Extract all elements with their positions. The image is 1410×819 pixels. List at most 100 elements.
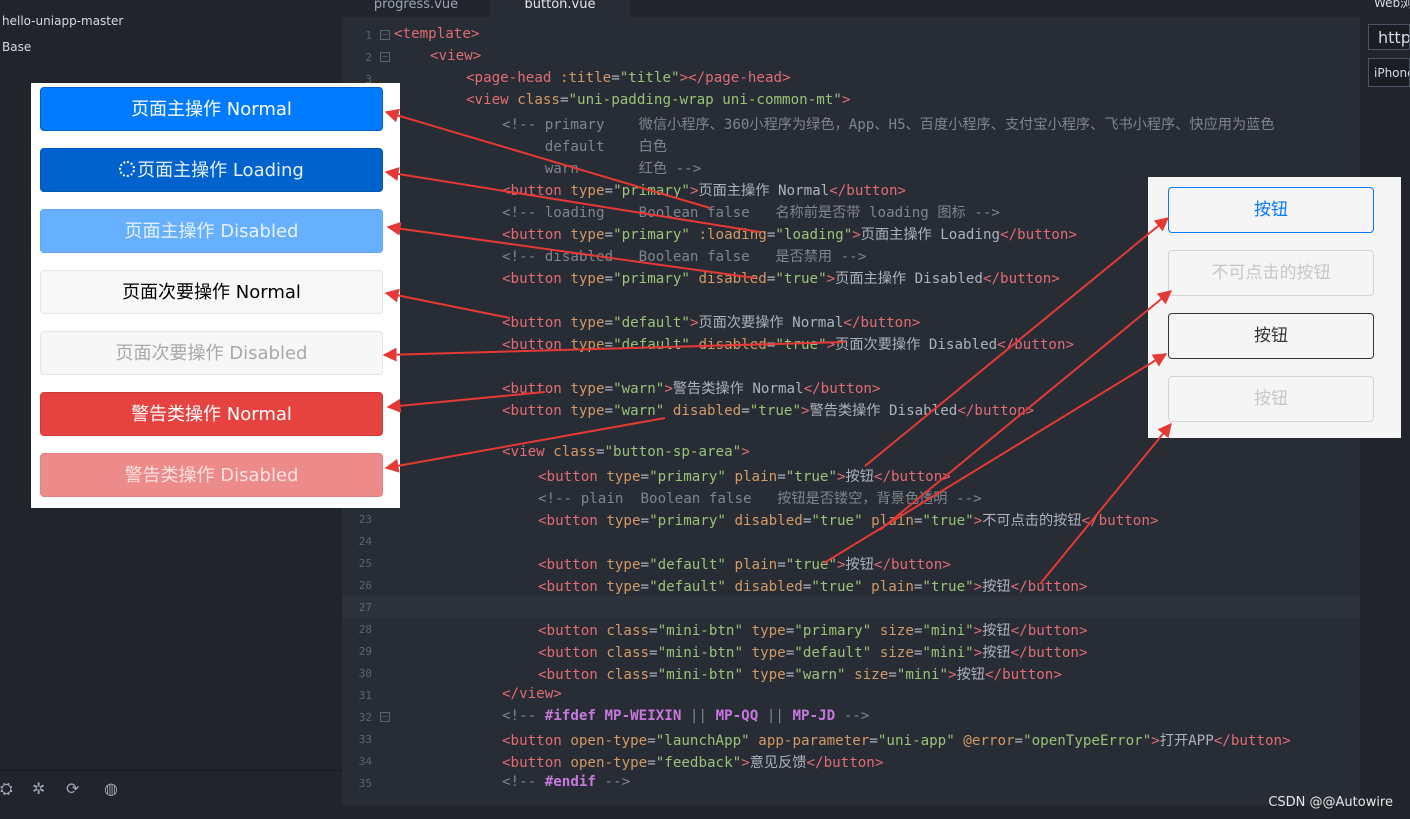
code-text: <button class="mini-btn" type="default" … [538, 642, 1087, 662]
code-token: class [544, 444, 596, 460]
preview-button[interactable]: 页面主操作 Loading [40, 148, 383, 192]
code-line[interactable]: 3 <page-head :title="title"></page-head> [342, 68, 1360, 90]
code-token: "true" [785, 469, 837, 485]
preview-button[interactable]: 页面主操作 Normal [40, 87, 383, 131]
code-token: <button [502, 227, 562, 243]
code-line[interactable]: 5<!-- primary 微信小程序、360小程序为绿色，App、H5、百度小… [342, 112, 1360, 134]
code-line[interactable]: 32− <!-- #ifdef MP-WEIXIN || MP-QQ || MP-… [342, 706, 1360, 728]
code-line[interactable]: 6 default 白色 [342, 134, 1360, 156]
code-token: "mini-btn" [657, 667, 744, 683]
code-line[interactable]: 28 <button class="mini-btn" type="primary… [342, 618, 1360, 640]
code-token: <!-- [502, 774, 545, 790]
plain-button[interactable]: 按钮 [1168, 187, 1374, 233]
code-line[interactable]: 30 <button class="mini-btn" type="warn" s… [342, 662, 1360, 684]
code-token: "title" [619, 70, 680, 86]
code-token: "launchApp" [655, 733, 750, 749]
globe-icon[interactable]: ◍ [104, 779, 118, 798]
loading-spinner-icon [119, 161, 136, 177]
code-token: || [758, 708, 793, 724]
code-line[interactable]: 4<view class="uni-padding-wrap uni-commo… [342, 90, 1360, 112]
code-line[interactable]: 27 [342, 596, 1360, 618]
code-token: = [785, 623, 795, 639]
code-token: || [681, 708, 716, 724]
code-line[interactable]: 33 <button open-type="launchApp" app-para… [342, 728, 1360, 750]
code-token: = [741, 403, 750, 419]
code-token: type [561, 381, 605, 397]
preview-button[interactable]: 页面次要操作 Disabled [40, 331, 383, 375]
code-token: </button> [1081, 513, 1159, 529]
code-token: "true" [775, 337, 827, 353]
code-token: type [597, 557, 641, 573]
line-number: 24 [358, 535, 372, 548]
code-line[interactable]: 22<!-- plain Boolean false 按钮是否镂空，背景色透明 … [342, 486, 1360, 508]
code-token: = [777, 469, 786, 485]
code-token: > [836, 557, 846, 573]
code-token: class [597, 667, 650, 683]
code-token: <button [502, 381, 562, 397]
web-preview-title: Web浏 [1374, 0, 1410, 10]
code-line[interactable]: 29 <button class="mini-btn" type="default… [342, 640, 1360, 662]
fold-toggle-icon[interactable]: − [380, 52, 390, 62]
code-token: "default" [613, 315, 690, 331]
code-token: disabled [689, 337, 767, 353]
code-token: = [785, 667, 795, 683]
code-line[interactable]: 35 <!-- #endif --> [342, 772, 1360, 794]
code-text: <button type="primary" :loading="loading… [502, 224, 1077, 244]
code-token: disabled [689, 271, 767, 287]
code-token: = [640, 557, 650, 573]
preview-button[interactable]: 警告类操作 Disabled [40, 453, 383, 497]
code-line[interactable]: 25 <button type="default" plain="true">按钮… [342, 552, 1360, 574]
code-token: > [973, 513, 983, 529]
device-select[interactable]: iPhone [1368, 58, 1410, 87]
code-token: "primary" [613, 227, 690, 243]
preview-button[interactable]: 页面主操作 Disabled [40, 209, 383, 253]
fold-toggle-icon[interactable]: − [380, 30, 390, 40]
code-token: type [561, 337, 605, 353]
code-token: MP-JD [792, 708, 836, 724]
line-number: 23 [358, 513, 372, 526]
tab-button-vue[interactable]: button.vue [490, 0, 630, 17]
code-token: "primary" [613, 183, 690, 199]
code-line[interactable]: 2− <view> [342, 46, 1360, 68]
tree-item-base[interactable]: Base [2, 40, 31, 54]
sync-icon[interactable]: ⛭ [0, 779, 13, 799]
code-token: </button> [1010, 579, 1088, 595]
bug-icon[interactable]: ✲ [32, 779, 45, 798]
plain-button[interactable]: 按钮 [1168, 376, 1374, 422]
line-number: 25 [358, 557, 372, 570]
code-token: size [845, 667, 889, 683]
preview-button[interactable]: 页面次要操作 Normal [40, 270, 383, 314]
code-line[interactable]: 31 </view> [342, 684, 1360, 706]
code-token: app-parameter [749, 733, 870, 749]
code-line[interactable]: 26 <button type="default" disabled="true"… [342, 574, 1360, 596]
code-token: </button> [873, 469, 951, 485]
code-line[interactable]: 21<button type="primary" plain="true">按钮… [342, 464, 1360, 486]
url-input[interactable]: http [1368, 24, 1410, 50]
code-token: = [640, 469, 650, 485]
code-token: @error [954, 733, 1015, 749]
preview-button[interactable]: 警告类操作 Normal [40, 392, 383, 436]
code-line[interactable]: 34 <button open-type="feedback">意见反馈</but… [342, 750, 1360, 772]
code-line[interactable]: 24 [342, 530, 1360, 552]
code-token: "primary" [613, 271, 690, 287]
code-token: <button [538, 579, 598, 595]
tab-progress-vue[interactable]: progress.vue [342, 0, 490, 17]
plain-button[interactable]: 按钮 [1168, 313, 1374, 359]
plain-button[interactable]: 不可点击的按钮 [1168, 250, 1374, 296]
code-line[interactable]: 23 <button type="primary" disabled="true"… [342, 508, 1360, 530]
code-token: size [871, 623, 914, 639]
code-token: <button [538, 557, 598, 573]
code-text: <button type="primary" disabled="true" p… [538, 510, 1158, 530]
code-line[interactable]: 20<view class="button-sp-area"> [342, 442, 1360, 464]
code-line[interactable]: 7 warn 红色 --> [342, 156, 1360, 178]
code-token: > [973, 623, 983, 639]
tree-item-project-root[interactable]: hello-uniapp-master [2, 14, 123, 28]
code-token: > [948, 667, 957, 683]
code-line[interactable]: 1− <template> [342, 24, 1360, 46]
code-token: <button [502, 733, 562, 749]
code-token: "uni-padding-wrap uni-common-mt" [568, 92, 842, 108]
code-token: <button [538, 667, 598, 683]
share-icon[interactable]: ⟳ [66, 779, 79, 798]
editor-tab-bar: progress.vue button.vue [342, 0, 1360, 17]
fold-toggle-icon[interactable]: − [380, 712, 390, 722]
